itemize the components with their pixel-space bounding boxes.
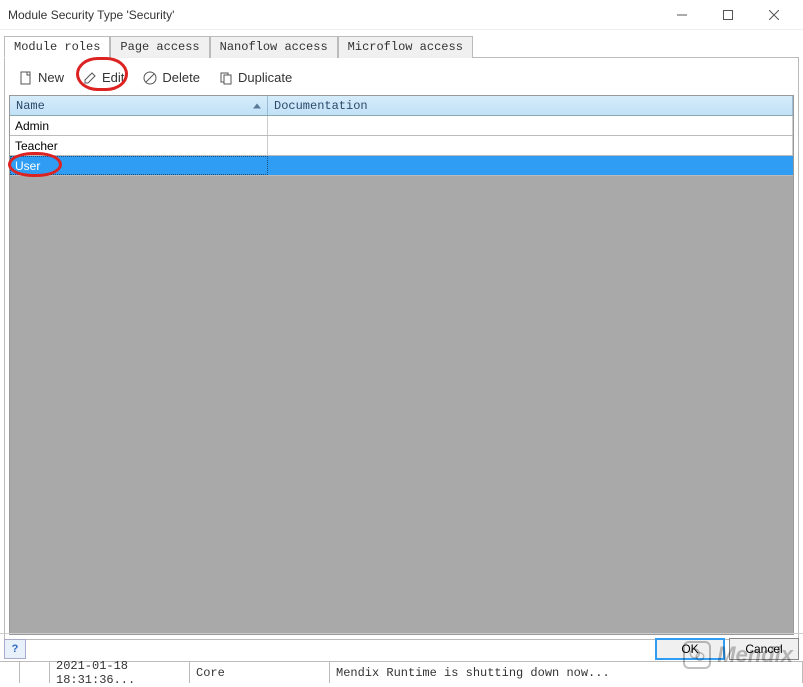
column-header-documentation[interactable]: Documentation (268, 96, 793, 115)
ok-button[interactable]: OK (655, 638, 725, 660)
sort-asc-icon (253, 103, 261, 108)
title-bar: Module Security Type 'Security' (0, 0, 803, 30)
tab-microflow-access[interactable]: Microflow access (338, 36, 473, 58)
tab-nanoflow-access[interactable]: Nanoflow access (210, 36, 338, 58)
cell-doc (268, 136, 793, 155)
cancel-button[interactable]: Cancel (729, 638, 799, 660)
table-row[interactable]: Teacher (10, 136, 793, 156)
help-button[interactable]: ? (4, 639, 26, 659)
close-icon (769, 10, 779, 20)
table-row-selected[interactable]: User (10, 156, 793, 176)
cell-name: User (10, 156, 268, 175)
delete-icon (143, 71, 157, 85)
help-icon-label: ? (12, 643, 19, 655)
window-title: Module Security Type 'Security' (8, 8, 659, 22)
cancel-button-label: Cancel (745, 642, 782, 656)
cell-doc (268, 116, 793, 135)
maximize-button[interactable] (705, 0, 751, 30)
new-file-icon (19, 71, 33, 85)
roles-table: Name Documentation Admin Teacher User (9, 95, 794, 635)
pencil-icon (83, 71, 97, 85)
duplicate-button[interactable]: Duplicate (211, 66, 300, 89)
status-timestamp: 2021-01-18 18:31:36... (50, 662, 190, 683)
column-header-documentation-label: Documentation (274, 99, 368, 113)
status-bar: 2021-01-18 18:31:36... Core Mendix Runti… (0, 661, 803, 683)
cell-name: Teacher (10, 136, 268, 155)
duplicate-icon (219, 71, 233, 85)
edit-button-label: Edit (102, 70, 124, 85)
column-header-name[interactable]: Name (10, 96, 268, 115)
new-button[interactable]: New (11, 66, 72, 89)
status-gutter-1 (0, 662, 20, 683)
delete-button[interactable]: Delete (135, 66, 208, 89)
toolbar: New Edit Delete Duplicate (9, 62, 794, 95)
ok-button-label: OK (681, 642, 698, 656)
cell-doc (268, 156, 793, 175)
status-module: Core (190, 662, 330, 683)
cell-name: Admin (10, 116, 268, 135)
tab-strip: Module roles Page access Nanoflow access… (4, 36, 799, 58)
status-message: Mendix Runtime is shutting down now... (330, 662, 803, 683)
minimize-icon (677, 10, 687, 20)
duplicate-button-label: Duplicate (238, 70, 292, 85)
minimize-button[interactable] (659, 0, 705, 30)
close-button[interactable] (751, 0, 797, 30)
table-row[interactable]: Admin (10, 116, 793, 136)
column-header-name-label: Name (16, 99, 45, 113)
status-gutter-2 (20, 662, 50, 683)
tab-page-access[interactable]: Page access (110, 36, 209, 58)
table-header: Name Documentation (10, 96, 793, 116)
maximize-icon (723, 10, 733, 20)
tab-module-roles[interactable]: Module roles (4, 36, 110, 58)
delete-button-label: Delete (162, 70, 200, 85)
edit-button[interactable]: Edit (75, 66, 132, 89)
new-button-label: New (38, 70, 64, 85)
tab-panel: New Edit Delete Duplicate (4, 58, 799, 640)
window-controls (659, 0, 797, 30)
